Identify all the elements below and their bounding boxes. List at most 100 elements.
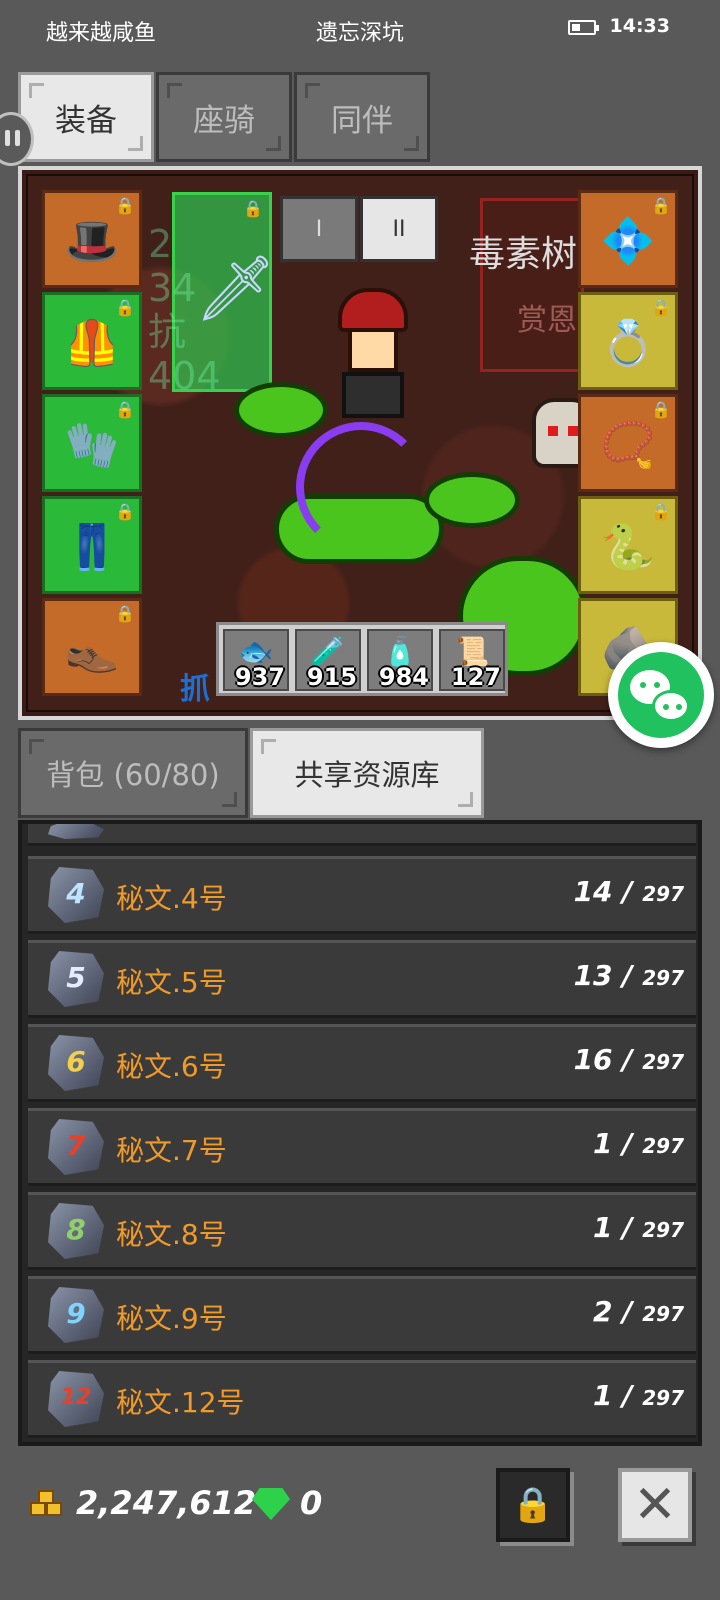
tab-mount[interactable]: 座骑	[156, 72, 292, 162]
equip-slot-boots[interactable]: 🔒 👞	[42, 598, 142, 696]
item-count: 16 / 297	[574, 1043, 684, 1076]
scene-bottom-text: 抓	[180, 672, 210, 707]
boss-banner: 毒素树恩 赏恩	[469, 198, 613, 372]
equip-slot-ring-2[interactable]: 🔒 📿	[578, 394, 678, 492]
list-item[interactable]: 6 秘文.6号 16 / 297	[28, 1024, 696, 1102]
item-name: 秘文.12号	[116, 1386, 245, 1419]
lock-icon: 🔒	[115, 400, 135, 419]
lock-icon: 🔒	[115, 502, 135, 521]
overlay-ghost-text: 2 34 抗 404	[148, 222, 221, 398]
lock-icon: 🔒	[511, 1485, 555, 1525]
rune-number: 7	[66, 1129, 86, 1162]
tab-mount-label: 座骑	[193, 102, 255, 139]
game-scene: 🔒 🎩 🔒 🦺 🔒 🧤 🔒 👖 🔒 👞 🔒 🗡 2 34 抗 404 I II …	[18, 166, 702, 720]
ghost-line: 2	[148, 222, 173, 266]
consumable-count: 127	[450, 663, 501, 691]
mode-button-2-label: II	[392, 216, 406, 242]
item-count: 1 / 297	[593, 1211, 684, 1244]
list-item[interactable]: 4 秘文.4号 14 / 297	[28, 856, 696, 934]
item-name: 秘文.8号	[116, 1218, 227, 1251]
equip-slot-armor[interactable]: 🔒 🦺	[42, 292, 142, 390]
tab-companion[interactable]: 同伴	[294, 72, 430, 162]
close-icon: ✕	[633, 1475, 677, 1535]
item-count: 1 / 297	[593, 1379, 684, 1412]
consumables-bar: 🐟 937 🧪 915 🧴 984 📜 127	[216, 622, 508, 696]
equip-slot-amulet[interactable]: 🔒 💠	[578, 190, 678, 288]
snake-icon: 🐍	[600, 522, 656, 573]
tab-backpack[interactable]: 背包 (60/80)	[18, 728, 248, 818]
item-count-current: 1 /	[593, 1379, 643, 1412]
tab-equipment[interactable]: 装备	[18, 72, 154, 162]
rune-stone-icon: 7	[48, 1119, 104, 1175]
rune-stone-icon: 6	[48, 1035, 104, 1091]
item-count-max: 297	[642, 1050, 684, 1074]
helmet-icon: 🎩	[64, 216, 120, 267]
consumable-count: 915	[306, 663, 357, 691]
gold-amount: 2,247,612	[76, 1484, 257, 1522]
rune-number: 4	[66, 877, 86, 910]
snake-head-left	[234, 382, 328, 438]
gem-amount: 0	[300, 1484, 323, 1522]
item-count-current: 16 /	[573, 1043, 643, 1076]
gold-icon	[26, 1488, 66, 1522]
gauntlet-icon: 🧤	[64, 420, 120, 471]
tab-backpack-label: 背包 (60/80)	[46, 758, 220, 792]
wechat-share-button[interactable]	[608, 642, 714, 748]
list-item[interactable]: 5 秘文.5号 13 / 297	[28, 940, 696, 1018]
item-count-current: 13 /	[573, 959, 643, 992]
ring-icon: 📿	[600, 420, 656, 471]
item-name: 秘文.7号	[116, 1134, 227, 1167]
lock-icon: 🔒	[651, 196, 671, 215]
consumable-potion-1[interactable]: 🧪 915	[295, 629, 361, 691]
item-count: 1 / 297	[593, 1127, 684, 1160]
ghost-line: 34	[148, 266, 197, 310]
equip-slot-legs[interactable]: 🔒 👖	[42, 496, 142, 594]
status-time: 14:33	[609, 15, 670, 37]
wechat-icon	[618, 652, 704, 738]
mode-button-1[interactable]: I	[280, 196, 358, 262]
list-item[interactable]: 7 秘文.7号 1 / 297	[28, 1108, 696, 1186]
lock-icon: 🔒	[115, 298, 135, 317]
snake-head-right	[424, 472, 520, 528]
list-item[interactable]: 12 秘文.12号 1 / 297	[28, 1360, 696, 1438]
item-count-current: 14 /	[573, 875, 643, 908]
rune-number: 12	[60, 1385, 92, 1410]
lock-icon: 🔒	[651, 400, 671, 419]
battery-icon	[568, 20, 599, 35]
list-item-partial[interactable]	[28, 824, 696, 846]
resource-list[interactable]: 4 秘文.4号 14 / 297 5 秘文.5号 13 / 297 6 秘文.6…	[18, 820, 702, 1446]
rune-stone-icon	[48, 824, 104, 839]
tab-shared-storage[interactable]: 共享资源库	[250, 728, 484, 818]
consumable-count: 937	[234, 663, 285, 691]
equip-slot-gloves[interactable]: 🔒 🧤	[42, 394, 142, 492]
ghost-line: 404	[148, 354, 221, 398]
item-count-current: 1 /	[593, 1127, 643, 1160]
lock-button[interactable]: 🔒	[496, 1468, 570, 1542]
list-item[interactable]: 8 秘文.8号 1 / 297	[28, 1192, 696, 1270]
mode-button-1-label: I	[315, 216, 323, 242]
tab-shared-storage-label: 共享资源库	[294, 758, 440, 792]
item-name: 秘文.5号	[116, 966, 227, 999]
rune-stone-icon: 8	[48, 1203, 104, 1259]
consumable-scroll[interactable]: 📜 127	[439, 629, 505, 691]
mode-button-2[interactable]: II	[360, 196, 438, 262]
rune-number: 8	[66, 1213, 86, 1246]
close-button[interactable]: ✕	[618, 1468, 692, 1542]
equip-slot-pet[interactable]: 🔒 🐍	[578, 496, 678, 594]
emerald-icon	[252, 1488, 290, 1520]
lock-icon: 🔒	[243, 199, 263, 218]
item-count-current: 2 /	[593, 1295, 643, 1328]
item-count-current: 1 /	[593, 1211, 643, 1244]
boss-banner-sub: 赏恩	[517, 303, 577, 338]
item-count: 13 / 297	[574, 959, 684, 992]
consumable-potion-2[interactable]: 🧴 984	[367, 629, 433, 691]
consumable-fish[interactable]: 🐟 937	[223, 629, 289, 691]
equip-slot-helmet[interactable]: 🔒 🎩	[42, 190, 142, 288]
lock-icon: 🔒	[115, 604, 135, 623]
equip-slot-ring-1[interactable]: 🔒 💍	[578, 292, 678, 390]
item-count-max: 297	[642, 1302, 684, 1326]
lock-icon: 🔒	[651, 298, 671, 317]
amulet-icon: 💠	[600, 216, 656, 267]
list-item[interactable]: 9 秘文.9号 2 / 297	[28, 1276, 696, 1354]
boots-icon: 👞	[64, 624, 120, 675]
